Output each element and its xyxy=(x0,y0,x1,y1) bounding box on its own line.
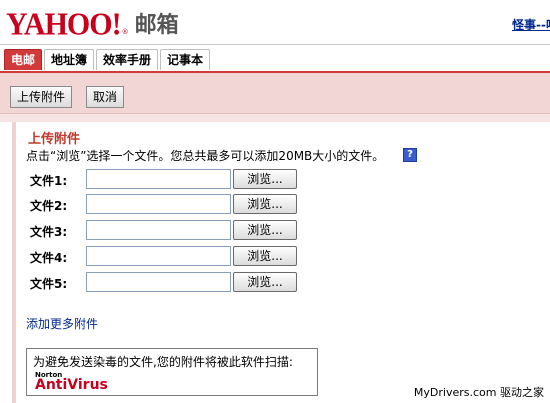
cancel-button[interactable]: 取消 xyxy=(86,86,125,108)
yahoo-mail-logo[interactable]: YAHOO! ® 邮箱 xyxy=(6,6,179,42)
header-top-link[interactable]: 怪事--喝 xyxy=(512,16,550,33)
file-label: 文件3: xyxy=(30,225,68,239)
file-path-input[interactable] xyxy=(86,194,231,214)
file-label: 文件1: xyxy=(30,174,68,188)
upload-attachment-button[interactable]: 上传附件 xyxy=(10,86,73,108)
browse-button[interactable]: 浏览... xyxy=(233,194,297,214)
browse-button[interactable]: 浏览... xyxy=(233,220,297,240)
norton-antivirus-logo: AntiVirus xyxy=(35,377,108,393)
tab-address-book[interactable]: 地址簿 xyxy=(44,49,95,70)
tab-mail[interactable]: 电邮 xyxy=(4,49,43,70)
browse-button[interactable]: 浏览... xyxy=(233,246,297,266)
file-label: 文件5: xyxy=(30,277,68,291)
tab-notepad[interactable]: 记事本 xyxy=(160,49,211,70)
tab-productivity[interactable]: 效率手册 xyxy=(96,49,159,70)
logo-trademark: ® xyxy=(121,28,129,36)
main-tabs: 电邮 地址簿 效率手册 记事本 xyxy=(4,49,211,71)
file-label: 文件4: xyxy=(30,251,68,265)
file-path-input[interactable] xyxy=(86,246,231,266)
help-icon[interactable]: ? xyxy=(403,148,417,162)
toolbar-strip xyxy=(0,114,550,122)
logo-wordmark: YAHOO! xyxy=(6,7,122,42)
file-path-input[interactable] xyxy=(86,169,231,189)
section-title: 上传附件 xyxy=(28,132,81,147)
antivirus-notice: 为避免发送染毒的文件,您的附件将被此软件扫描: Norton AntiVirus xyxy=(26,348,318,396)
file-path-input[interactable] xyxy=(86,220,231,240)
file-path-input[interactable] xyxy=(86,272,231,292)
toolbar: 上传附件 取消 xyxy=(0,73,550,114)
logo-mail-label: 邮箱 xyxy=(134,13,179,38)
upload-instructions: 点击“浏览”选择一个文件。您总共最多可以添加20MB大小的文件。 xyxy=(26,149,385,163)
site-watermark: MyDrivers.com 驱动之家 xyxy=(413,386,544,399)
add-more-attachments-link[interactable]: 添加更多附件 xyxy=(26,315,98,332)
antivirus-notice-text: 为避免发送染毒的文件,您的附件将被此软件扫描: xyxy=(33,355,293,369)
browse-button[interactable]: 浏览... xyxy=(233,169,297,189)
header-divider xyxy=(0,44,550,45)
file-label: 文件2: xyxy=(30,199,68,213)
browse-button[interactable]: 浏览... xyxy=(233,272,297,292)
